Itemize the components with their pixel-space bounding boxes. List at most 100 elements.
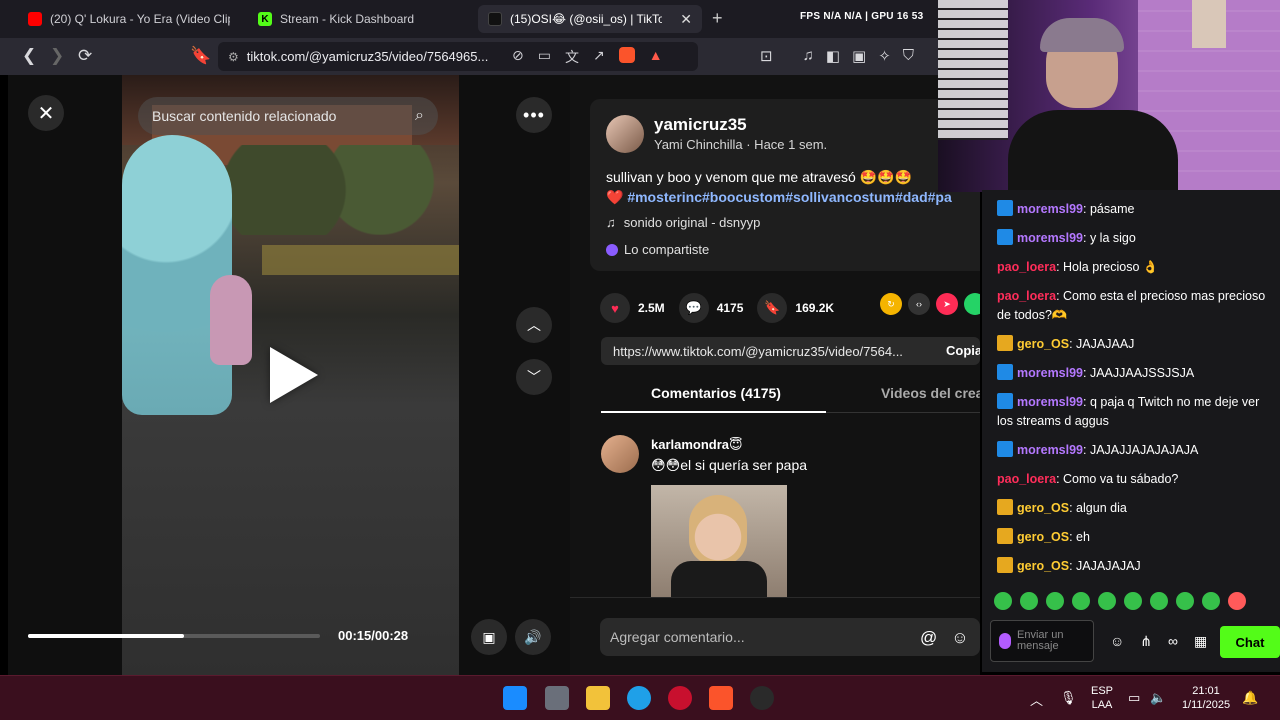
- emote-icon[interactable]: [1228, 592, 1246, 610]
- bookmark-icon: 🔖: [757, 293, 788, 323]
- chat-send-button[interactable]: Chat: [1220, 626, 1280, 658]
- next-video-button[interactable]: ﹀: [516, 359, 552, 395]
- obs-icon[interactable]: [750, 686, 774, 710]
- vpn-icon[interactable]: ⛉: [903, 47, 914, 65]
- chat-username[interactable]: pao_loera: [997, 472, 1056, 486]
- store-icon[interactable]: ▦: [1194, 633, 1207, 650]
- media-icon[interactable]: ⊘: [512, 47, 524, 67]
- site-settings-icon[interactable]: ⚙: [228, 50, 239, 64]
- commenter-avatar[interactable]: [601, 435, 639, 473]
- tab-kick[interactable]: K Stream - Kick Dashboard: [248, 5, 470, 33]
- tab-tiktok[interactable]: (15)OSI😂 (@osii_os) | TikTok ✕: [478, 5, 702, 33]
- chat-username[interactable]: pao_loera: [997, 289, 1056, 303]
- emote-icon[interactable]: [1020, 592, 1038, 610]
- opera-icon[interactable]: [668, 686, 692, 710]
- tab-search-icon[interactable]: ⊡: [760, 47, 773, 65]
- mic-icon[interactable]: 🎙: [1060, 690, 1077, 706]
- play-icon[interactable]: [270, 347, 318, 403]
- related-search-input[interactable]: Buscar contenido relacionado ⌕: [138, 97, 438, 135]
- whatsapp-icon[interactable]: [964, 293, 980, 315]
- like-button[interactable]: ♥ 2.5M: [600, 293, 665, 323]
- close-tab-icon[interactable]: ✕: [680, 11, 692, 28]
- volume-icon[interactable]: 🔊: [515, 619, 551, 655]
- copy-link-button[interactable]: Copia: [946, 343, 980, 358]
- chat-username[interactable]: gero_OS: [1017, 530, 1069, 544]
- emote-icon[interactable]: [1098, 592, 1116, 610]
- author-avatar[interactable]: [606, 115, 644, 153]
- clock[interactable]: 21:01 1/11/2025: [1176, 684, 1236, 712]
- emote-icon[interactable]: [1124, 592, 1142, 610]
- search-icon[interactable]: ⌕: [415, 107, 424, 125]
- chat-username[interactable]: gero_OS: [1017, 559, 1069, 573]
- brave-rewards-icon[interactable]: ▲: [649, 47, 663, 67]
- repost-icon[interactable]: ↻: [880, 293, 902, 315]
- chat-username[interactable]: moremsl99: [1017, 231, 1083, 245]
- emote-icon[interactable]: [1072, 592, 1090, 610]
- brave-shields-icon[interactable]: [618, 47, 635, 63]
- embed-icon[interactable]: ‹›: [908, 293, 930, 315]
- sidebar-icon[interactable]: ◧: [826, 47, 840, 65]
- reload-icon[interactable]: ⟳: [78, 46, 92, 66]
- chat-username[interactable]: moremsl99: [1017, 366, 1083, 380]
- chat-input[interactable]: Enviar un mensaje: [990, 620, 1094, 662]
- tab-creator-videos[interactable]: Videos del crea: [881, 385, 980, 401]
- video-link-field[interactable]: https://www.tiktok.com/@yamicruz35/video…: [601, 337, 980, 365]
- volume-icon[interactable]: 🔈: [1150, 690, 1166, 706]
- video-scene: [122, 135, 232, 415]
- windows-start-icon[interactable]: [503, 686, 527, 710]
- webcam-scene: [938, 0, 1008, 140]
- comment-image[interactable]: [651, 485, 787, 597]
- video-progress-bar[interactable]: [28, 634, 320, 638]
- author-username[interactable]: yamicruz35: [654, 115, 747, 135]
- tab-youtube[interactable]: (20) Q' Lokura - Yo Era (Video Clip Of: [18, 5, 240, 33]
- share-icon[interactable]: ↗: [593, 47, 605, 67]
- emote-icon[interactable]: [1202, 592, 1220, 610]
- show-hidden-icons-icon[interactable]: ︿: [1030, 690, 1043, 709]
- mic-icon[interactable]: [999, 633, 1011, 649]
- comment-button[interactable]: 💬 4175: [678, 293, 743, 323]
- infinity-icon[interactable]: ∞: [1168, 633, 1178, 650]
- new-tab-button[interactable]: +: [712, 8, 723, 29]
- chat-username[interactable]: moremsl99: [1017, 395, 1083, 409]
- task-view-icon[interactable]: [545, 686, 569, 710]
- send-icon[interactable]: ➤: [936, 293, 958, 315]
- emote-icon[interactable]: [1046, 592, 1064, 610]
- emote-icon[interactable]: [1176, 592, 1194, 610]
- notifications-icon[interactable]: 🔔: [1242, 690, 1258, 706]
- post-music[interactable]: ♫ sonido original - dsnyyp: [606, 215, 760, 230]
- leo-icon[interactable]: ✧: [878, 47, 891, 65]
- emote-icon[interactable]: [1150, 592, 1168, 610]
- chat-username[interactable]: moremsl99: [1017, 443, 1083, 457]
- mention-icon[interactable]: @: [920, 628, 937, 648]
- cast-icon[interactable]: ▭: [538, 47, 551, 67]
- video-player[interactable]: Buscar contenido relacionado ⌕: [122, 75, 459, 675]
- close-button[interactable]: ✕: [28, 95, 64, 131]
- more-options-button[interactable]: •••: [516, 97, 552, 133]
- wallet-icon[interactable]: ▣: [852, 47, 866, 65]
- commenter-name[interactable]: karlamondra😇: [651, 437, 743, 453]
- chat-username[interactable]: moremsl99: [1017, 202, 1083, 216]
- network-icon[interactable]: ▭: [1128, 690, 1140, 706]
- forward-icon[interactable]: ❯: [50, 46, 64, 66]
- post-hashtags[interactable]: ❤️ #mosterinc#boocustom#sollivancostum#d…: [606, 189, 952, 206]
- emoji-icon[interactable]: ☺: [951, 628, 968, 648]
- share-icon[interactable]: ⋔: [1140, 633, 1152, 650]
- comment-input-tools: @ ☺: [920, 628, 969, 648]
- save-button[interactable]: 🔖 169.2K: [757, 293, 834, 323]
- back-icon[interactable]: ❮: [22, 46, 36, 66]
- chat-username[interactable]: gero_OS: [1017, 501, 1069, 515]
- brave-icon[interactable]: [709, 686, 733, 710]
- emoji-icon[interactable]: ☺: [1110, 633, 1124, 650]
- input-language[interactable]: ESP LAA: [1088, 684, 1116, 712]
- file-explorer-icon[interactable]: [586, 686, 610, 710]
- emote-icon[interactable]: [994, 592, 1012, 610]
- translate-icon[interactable]: 文: [565, 47, 579, 67]
- edge-icon[interactable]: [627, 686, 651, 710]
- chat-username[interactable]: gero_OS: [1017, 337, 1069, 351]
- floating-player-button[interactable]: ▣: [471, 619, 507, 655]
- chat-username[interactable]: pao_loera: [997, 260, 1056, 274]
- previous-video-button[interactable]: ︿: [516, 307, 552, 343]
- bookmark-icon[interactable]: 🔖: [190, 46, 211, 66]
- music-icon[interactable]: ♫: [803, 47, 814, 65]
- tab-comments[interactable]: Comentarios (4175): [651, 385, 781, 401]
